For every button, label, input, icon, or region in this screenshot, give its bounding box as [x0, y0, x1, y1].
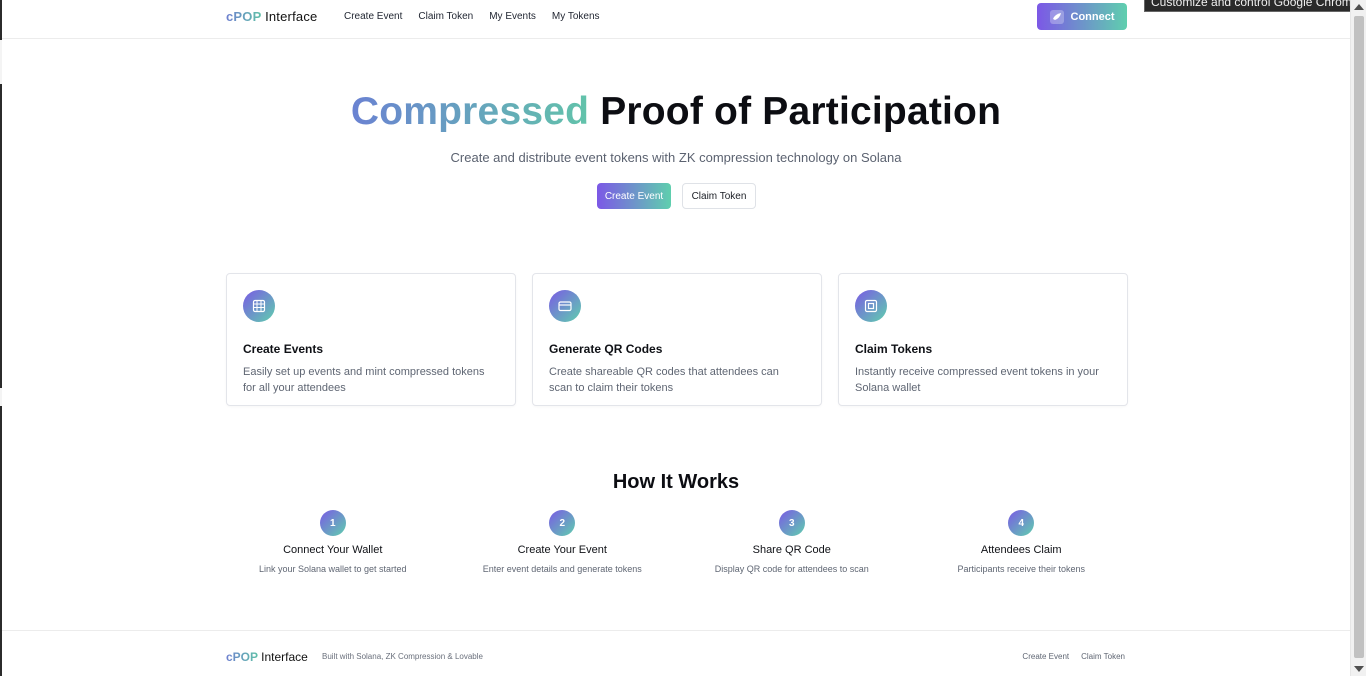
- create-event-button[interactable]: Create Event: [597, 183, 671, 209]
- claim-token-button[interactable]: Claim Token: [682, 183, 756, 209]
- calendar-grid-icon: [243, 290, 275, 322]
- feature-desc: Instantly receive compressed event token…: [855, 366, 1099, 394]
- step-title: Connect Your Wallet: [283, 544, 383, 556]
- card-icon: [549, 290, 581, 322]
- browser-tooltip: Customize and control Google Chrome: [1144, 0, 1366, 12]
- scroll-down-arrow-icon[interactable]: [1354, 666, 1364, 672]
- footer-links: Create Event Claim Token: [1022, 652, 1125, 661]
- nav-create-event[interactable]: Create Event: [344, 11, 402, 22]
- scroll-up-arrow-icon[interactable]: [1354, 4, 1364, 10]
- feature-title: Generate QR Codes: [549, 342, 663, 356]
- step-item: 2 Create Your Event Enter event details …: [448, 510, 678, 574]
- step-title: Share QR Code: [752, 544, 831, 556]
- footer-link-claim-token[interactable]: Claim Token: [1081, 652, 1125, 661]
- step-item: 4 Attendees Claim Participants receive t…: [907, 510, 1137, 574]
- footer-brand-rest: Interface: [261, 650, 308, 664]
- token-square-icon: [855, 290, 887, 322]
- footer-built-with: Built with Solana, ZK Compression & Lova…: [322, 652, 483, 661]
- window-edge-gap: [0, 388, 2, 406]
- brand-rest: Interface: [265, 9, 318, 24]
- page-scrollbar[interactable]: [1350, 0, 1366, 676]
- nav-claim-token[interactable]: Claim Token: [418, 11, 473, 22]
- hero-actions: Create Event Claim Token: [597, 183, 756, 209]
- feature-card-create-events: Create Events Easily set up events and m…: [226, 273, 516, 406]
- feature-cards: Create Events Easily set up events and m…: [226, 273, 1128, 406]
- step-desc: Participants receive their tokens: [957, 564, 1086, 574]
- feature-desc: Easily set up events and mint compressed…: [243, 366, 485, 394]
- step-item: 1 Connect Your Wallet Link your Solana w…: [218, 510, 448, 574]
- page-footer: cPOP Interface Built with Solana, ZK Com…: [2, 630, 1350, 676]
- footer-link-create-event[interactable]: Create Event: [1022, 652, 1069, 661]
- step-number: 4: [1008, 510, 1035, 536]
- step-item: 3 Share QR Code Display QR code for atte…: [677, 510, 907, 574]
- scrollbar-thumb[interactable]: [1354, 16, 1364, 658]
- feature-card-qr-codes: Generate QR Codes Create shareable QR co…: [532, 273, 822, 406]
- feature-title: Create Events: [243, 342, 324, 356]
- brand-accent: cPOP: [226, 9, 262, 24]
- hero-subtitle: Create and distribute event tokens with …: [450, 150, 902, 165]
- step-number: 1: [319, 510, 346, 536]
- main-nav: Create Event Claim Token My Events My To…: [344, 11, 600, 22]
- hero-title-accent: Compressed: [350, 90, 590, 133]
- feature-card-claim-tokens: Claim Tokens Instantly receive compresse…: [838, 273, 1128, 406]
- hero-title-rest: Proof of Participation: [600, 90, 1002, 133]
- hero-title: Compressed Proof of Participation: [0, 90, 1352, 134]
- wallet-icon: [1049, 9, 1064, 24]
- footer-brand-accent: cPOP: [226, 650, 258, 664]
- how-it-works-title: How It Works: [612, 471, 740, 493]
- how-it-works-steps: 1 Connect Your Wallet Link your Solana w…: [218, 510, 1136, 574]
- step-number: 2: [549, 510, 576, 536]
- nav-my-events[interactable]: My Events: [489, 11, 536, 22]
- step-desc: Display QR code for attendees to scan: [714, 564, 869, 574]
- feature-desc: Create shareable QR codes that attendees…: [549, 366, 779, 394]
- connect-wallet-button[interactable]: Connect: [1037, 3, 1127, 30]
- brand-logo[interactable]: cPOP Interface: [226, 9, 317, 24]
- window-edge-gap: [0, 40, 2, 84]
- step-desc: Enter event details and generate tokens: [482, 564, 642, 574]
- connect-label: Connect: [1070, 10, 1115, 23]
- step-desc: Link your Solana wallet to get started: [258, 564, 407, 574]
- feature-title: Claim Tokens: [855, 342, 933, 356]
- step-title: Attendees Claim: [980, 544, 1062, 556]
- nav-my-tokens[interactable]: My Tokens: [552, 11, 600, 22]
- step-number: 3: [778, 510, 805, 536]
- step-title: Create Your Event: [517, 544, 607, 556]
- footer-brand[interactable]: cPOP Interface: [226, 650, 308, 664]
